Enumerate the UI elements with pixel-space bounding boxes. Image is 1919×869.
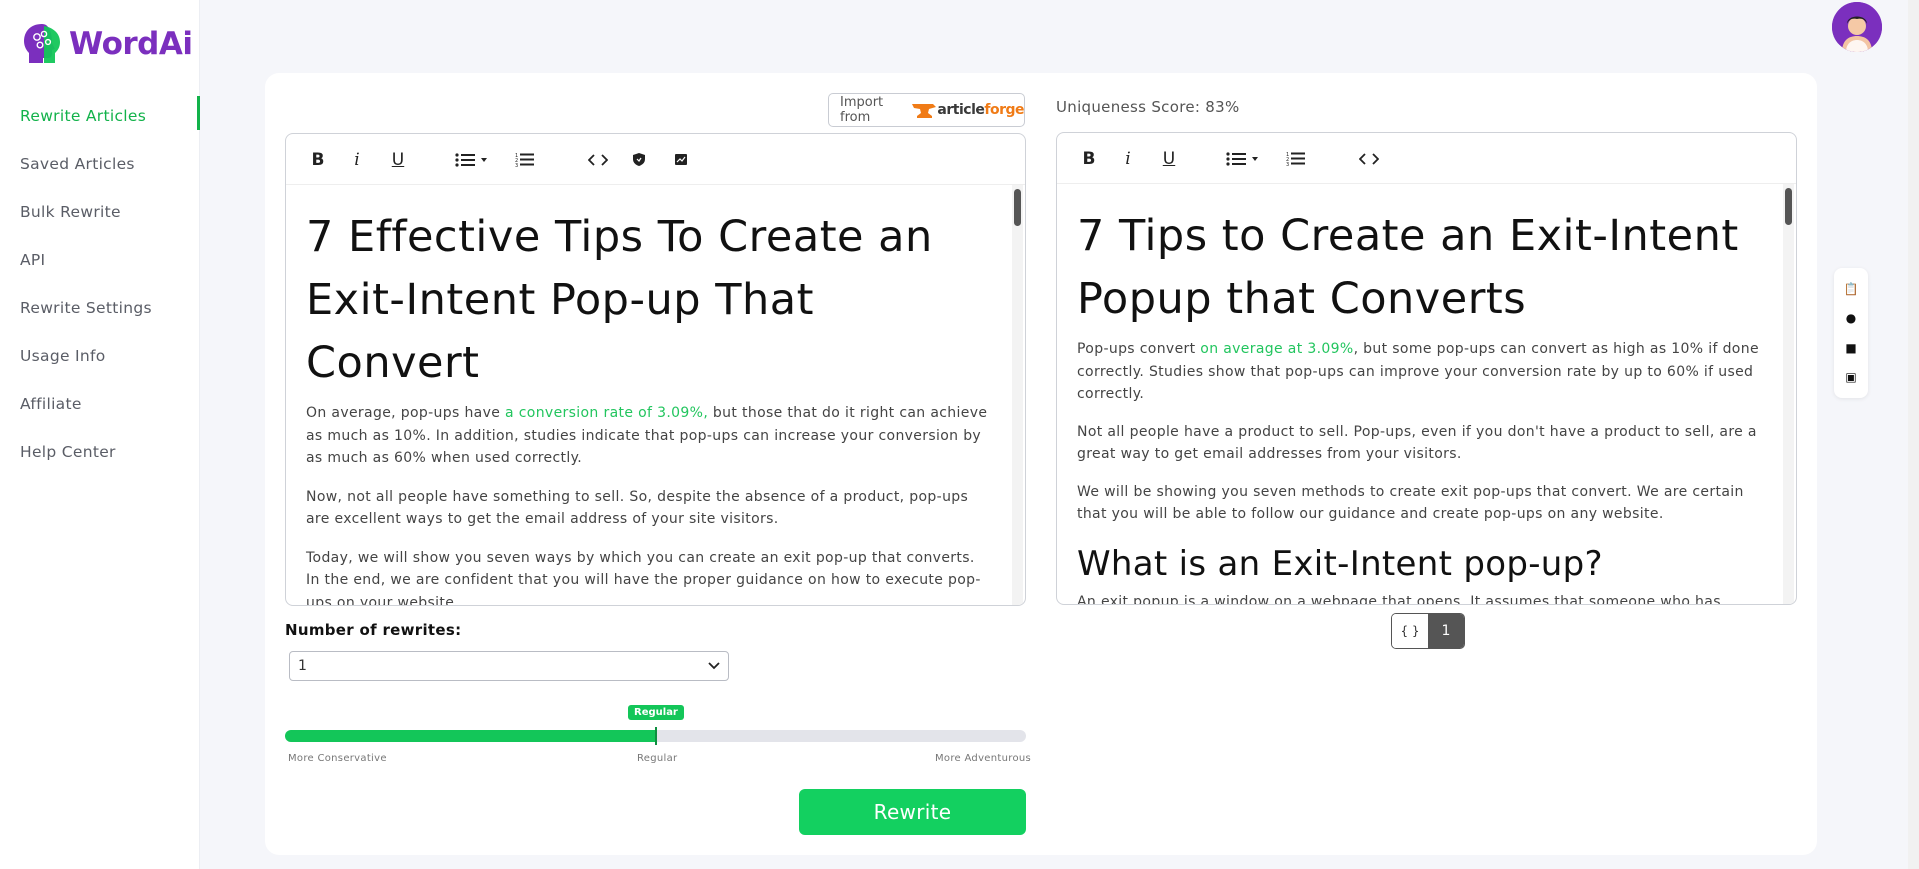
rewritten-link[interactable]: on average at 3.09% [1200, 341, 1353, 357]
save-icon[interactable]: ▣ [1845, 371, 1856, 383]
anvil-icon [912, 104, 937, 118]
shield-icon[interactable] [630, 134, 648, 185]
uniqueness-score: Uniqueness Score: 83% [1056, 98, 1240, 116]
sidebar-item-bulk-rewrite[interactable]: Bulk Rewrite [0, 188, 200, 236]
numbered-list-icon[interactable]: 123 [1285, 133, 1307, 184]
rewritten-article-content[interactable]: 7 Tips to Create an Exit-Intent Popup th… [1057, 184, 1782, 604]
import-label: Import from [840, 95, 884, 125]
side-tools: 📋 ● ■ ▣ [1834, 268, 1868, 398]
logo[interactable]: WordAi [18, 20, 193, 68]
italic-icon[interactable]: i [1119, 133, 1137, 184]
original-paragraph-2: Now, not all people have something to se… [306, 488, 969, 528]
bullet-list-icon[interactable] [1225, 133, 1261, 184]
svg-text:3: 3 [515, 163, 518, 167]
slider-handle[interactable] [655, 727, 657, 745]
rewritten-subheading: What is an Exit-Intent pop-up? [1077, 543, 1603, 584]
rewrite-pager: { } 1 [1391, 613, 1465, 649]
scrollbar-thumb[interactable] [1785, 188, 1792, 225]
italic-icon[interactable]: i [348, 134, 366, 185]
slider-value-badge: Regular [628, 705, 684, 720]
user-avatar-icon [1832, 2, 1882, 52]
logo-head-icon [24, 24, 60, 63]
rewrite-button[interactable]: Rewrite [799, 789, 1026, 835]
underline-icon[interactable]: U [388, 134, 408, 185]
original-paragraph-3: Today, we will show you seven ways by wh… [306, 549, 981, 606]
underline-icon[interactable]: U [1159, 133, 1179, 184]
clipboard-icon[interactable]: 📋 [1844, 283, 1859, 295]
rewritten-editor-scrollbar[interactable] [1783, 184, 1794, 604]
logo-text: WordAi [69, 26, 193, 62]
scrollbar-thumb[interactable] [1014, 189, 1021, 226]
rewritten-paragraph-3: We will be showing you seven methods to … [1077, 483, 1744, 523]
rewrite-level-slider[interactable] [285, 727, 1026, 745]
articleforge-logo: articleforge [911, 101, 1024, 119]
add-document-icon[interactable]: ■ [1845, 342, 1856, 354]
slider-fill [285, 730, 656, 742]
bold-icon[interactable]: B [1077, 133, 1101, 184]
avatar[interactable] [1832, 2, 1882, 52]
bell-icon[interactable]: ● [1846, 312, 1856, 324]
rewrite-page-1-button[interactable]: 1 [1428, 614, 1464, 648]
original-link[interactable]: a conversion rate of 3.09%, [505, 405, 708, 421]
sidebar-item-saved-articles[interactable]: Saved Articles [0, 140, 200, 188]
view-source-button[interactable]: { } [1392, 614, 1428, 648]
rewritten-paragraph-1: Pop-ups convert on average at 3.09%, but… [1077, 341, 1759, 402]
articleforge-logo-text-a: article [937, 102, 985, 118]
sidebar-item-affiliate[interactable]: Affiliate [0, 380, 200, 428]
import-from-articleforge-button[interactable]: Import from articleforge [828, 93, 1025, 127]
bold-icon[interactable]: B [306, 134, 330, 185]
original-article-content[interactable]: 7 Effective Tips To Create an Exit-Inten… [286, 185, 1011, 605]
page-scrollbar[interactable] [1908, 0, 1919, 869]
rewritten-article-editor[interactable]: B i U 123 7 Tips to Create an Exit-Inten… [1056, 132, 1797, 605]
slider-max-label: More Adventurous [935, 753, 1032, 764]
rewritten-article-title: 7 Tips to Create an Exit-Intent Popup th… [1077, 211, 1739, 324]
slider-min-label: More Conservative [288, 753, 387, 764]
select-value: 1 [298, 658, 307, 674]
numbered-list-icon[interactable]: 123 [514, 134, 536, 185]
editor-toolbar: B i U 123 [1057, 133, 1796, 184]
number-of-rewrites-select[interactable]: 1 [289, 651, 729, 681]
sidebar-item-rewrite-articles[interactable]: Rewrite Articles [0, 92, 200, 140]
original-paragraph-1: On average, pop-ups have a conversion ra… [306, 405, 988, 466]
svg-text:3: 3 [1286, 162, 1289, 166]
original-article-editor[interactable]: B i U 123 7 Effective Tips To Create an … [285, 133, 1026, 606]
sidebar-item-help-center[interactable]: Help Center [0, 428, 200, 476]
original-article-title: 7 Effective Tips To Create an Exit-Inten… [306, 212, 933, 388]
sidebar-item-api[interactable]: API [0, 236, 200, 284]
sidebar-item-usage-info[interactable]: Usage Info [0, 332, 200, 380]
sidebar-nav: Rewrite Articles Saved Articles Bulk Rew… [0, 92, 200, 476]
chevron-down-icon [708, 662, 720, 670]
original-editor-scrollbar[interactable] [1012, 185, 1023, 605]
articleforge-logo-text-b: forge [984, 102, 1024, 118]
code-icon[interactable] [1357, 133, 1381, 184]
bullet-list-icon[interactable] [454, 134, 490, 185]
code-icon[interactable] [586, 134, 610, 185]
sidebar: WordAi Rewrite Articles Saved Articles B… [0, 0, 200, 869]
number-of-rewrites-label: Number of rewrites: [285, 621, 462, 639]
editor-toolbar: B i U 123 [286, 134, 1025, 185]
image-icon[interactable] [672, 134, 690, 185]
slider-mid-label: Regular [637, 753, 678, 764]
rewritten-paragraph-4: An exit popup is a window on a webpage t… [1077, 593, 1721, 605]
rewritten-paragraph-2: Not all people have a product to sell. P… [1077, 423, 1757, 463]
sidebar-item-rewrite-settings[interactable]: Rewrite Settings [0, 284, 200, 332]
